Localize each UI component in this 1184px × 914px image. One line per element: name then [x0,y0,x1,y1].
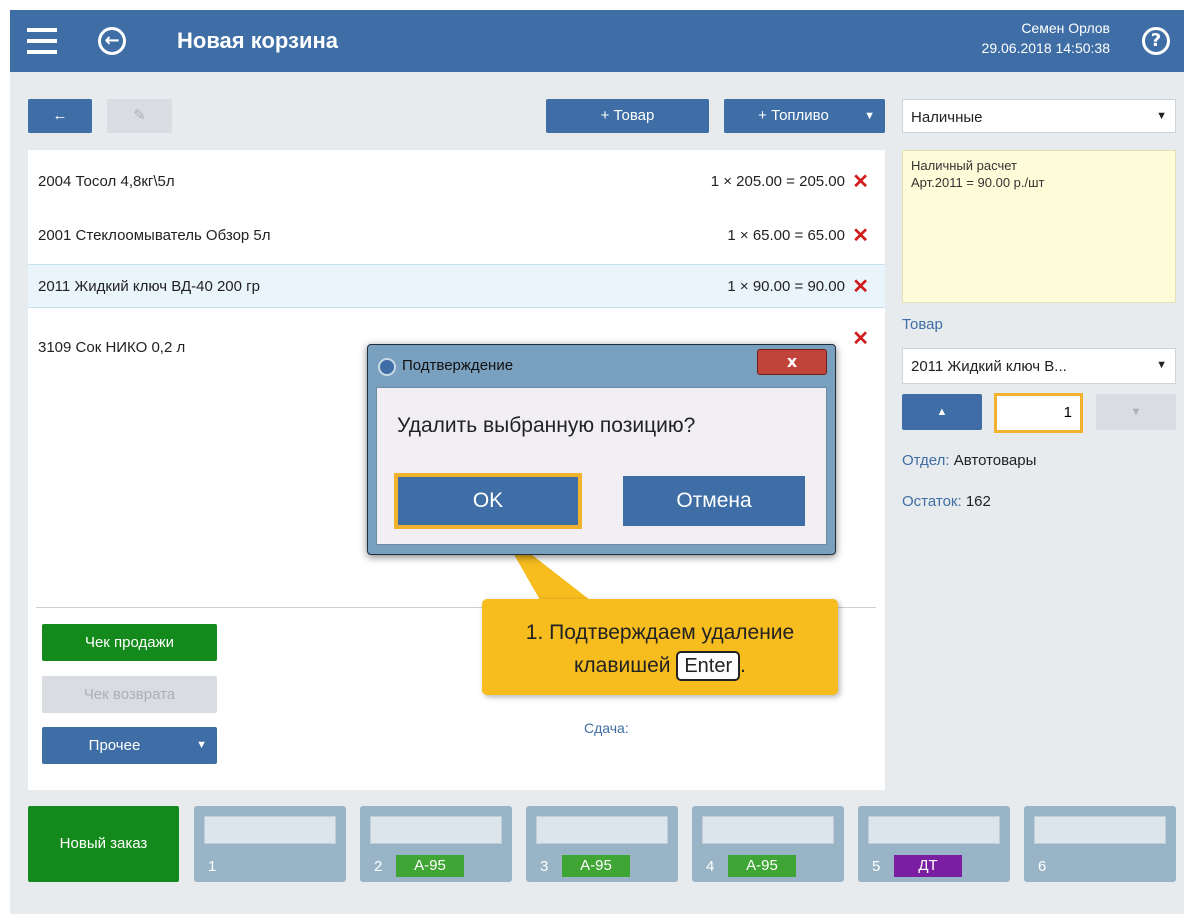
back-button[interactable]: ← [28,99,92,133]
current-datetime: 29.06.2018 14:50:38 [981,40,1110,56]
app-header: ← Новая корзина Семен Орлов 29.06.2018 1… [10,10,1184,72]
cancel-button[interactable]: Отмена [623,476,805,526]
app-icon [378,358,396,376]
tab-number: 4 [706,858,715,875]
other-label: Прочее [88,737,141,754]
tab-slot [370,816,502,844]
item-calc: 1 × 90.00 = 90.00 [727,278,845,295]
chevron-down-icon: ▼ [1156,110,1167,122]
payment-method-select[interactable]: Наличные ▼ [902,99,1176,133]
tab-slot [536,816,668,844]
cart-row-selected[interactable]: 2011 Жидкий ключ ВД-40 200 гр 1 × 90.00 … [28,264,885,308]
stock-label: Остаток: [902,493,962,510]
menu-icon[interactable] [27,28,57,54]
note-line: Арт.2011 = 90.00 р./шт [911,175,1045,190]
change-label: Сдача: [584,720,629,736]
fuel-badge: А-95 [562,855,630,877]
item-name: 3109 Сок НИКО 0,2 л [38,339,186,356]
product-value: 2011 Жидкий ключ В... [911,358,1067,375]
tab-number: 3 [540,858,549,875]
product-label: Товар [902,316,943,333]
delete-icon[interactable]: ✕ [852,169,869,194]
payment-method-value: Наличные [911,109,983,126]
tab-slot [702,816,834,844]
quantity-input[interactable]: 1 [994,393,1083,433]
hint-text: 1. Подтверждаем удаление [525,621,795,644]
order-tab[interactable]: 6 [1024,806,1176,882]
back-icon[interactable]: ← [98,27,126,55]
tab-slot [868,816,1000,844]
dialog-body: Удалить выбранную позицию? OK Отмена [376,387,827,545]
hint-text-line2: клавишей Enter. [482,651,838,681]
new-order-button[interactable]: Новый заказ [28,806,179,882]
tab-slot [1034,816,1166,844]
sale-check-button[interactable]: Чек продажи [42,624,217,661]
department-label: Отдел: [902,452,950,469]
delete-icon[interactable]: ✕ [852,274,869,299]
confirm-dialog: Подтверждение x Удалить выбранную позици… [367,344,836,555]
quantity-down-button[interactable]: ▼ [1096,394,1176,430]
close-icon[interactable]: x [757,349,827,375]
quantity-up-button[interactable]: ▲ [902,394,982,430]
order-tab[interactable]: 3 А-95 [526,806,678,882]
order-tab[interactable]: 1 [194,806,346,882]
fuel-badge: ДТ [894,855,962,877]
hint-tooltip: 1. Подтверждаем удаление клавишей Enter. [482,599,838,695]
item-calc: 1 × 65.00 = 65.00 [727,227,845,244]
stock-info: Остаток: 162 [902,493,991,510]
tab-number: 5 [872,858,881,875]
add-item-button[interactable]: + Товар [546,99,709,133]
tab-number: 1 [208,858,217,875]
user-info: Семен Орлов 29.06.2018 14:50:38 [982,18,1110,58]
chevron-down-icon: ▼ [864,110,875,122]
other-button[interactable]: Прочее ▼ [42,727,217,764]
enter-key: Enter [676,651,741,681]
delete-icon[interactable]: ✕ [852,326,869,351]
fuel-badge: А-95 [396,855,464,877]
add-fuel-label: + Топливо [758,107,829,124]
order-tab[interactable]: 5 ДТ [858,806,1010,882]
chevron-down-icon: ▼ [196,739,207,751]
tab-number: 6 [1038,858,1047,875]
fuel-badge: А-95 [728,855,796,877]
delete-icon[interactable]: ✕ [852,223,869,248]
cart-row[interactable]: 2004 Тосол 4,8кг\5л 1 × 205.00 = 205.00 … [28,160,885,204]
help-icon[interactable]: ? [1142,27,1170,55]
edit-icon[interactable]: ✎ [107,99,172,133]
tab-number: 2 [374,858,383,875]
dialog-title: Подтверждение [402,357,514,374]
tab-slot [204,816,336,844]
department-value: Автотовары [953,452,1037,469]
payment-note: Наличный расчет Арт.2011 = 90.00 р./шт [902,150,1176,303]
hint-prefix: клавишей [574,654,671,677]
product-select[interactable]: 2011 Жидкий ключ В... ▼ [902,348,1176,384]
note-line: Наличный расчет [911,158,1017,173]
return-check-button[interactable]: Чек возврата [42,676,217,713]
ok-button[interactable]: OK [394,473,582,529]
page-title: Новая корзина [177,28,339,53]
dialog-message: Удалить выбранную позицию? [397,414,696,437]
item-name: 2004 Тосол 4,8кг\5л [38,173,175,190]
chevron-down-icon: ▼ [1156,359,1167,371]
stock-value: 162 [965,493,991,510]
hint-suffix: . [740,654,746,677]
order-tab[interactable]: 2 А-95 [360,806,512,882]
order-tab[interactable]: 4 А-95 [692,806,844,882]
item-name: 2001 Стеклоомыватель Обзор 5л [38,227,271,244]
item-name: 2011 Жидкий ключ ВД-40 200 гр [38,278,260,295]
add-fuel-button[interactable]: + Топливо ▼ [724,99,885,133]
cart-row[interactable]: 2001 Стеклоомыватель Обзор 5л 1 × 65.00 … [28,214,885,258]
item-calc: 1 × 205.00 = 205.00 [710,173,845,190]
user-name: Семен Орлов [1021,20,1110,36]
department-info: Отдел: Автотовары [902,452,1036,469]
